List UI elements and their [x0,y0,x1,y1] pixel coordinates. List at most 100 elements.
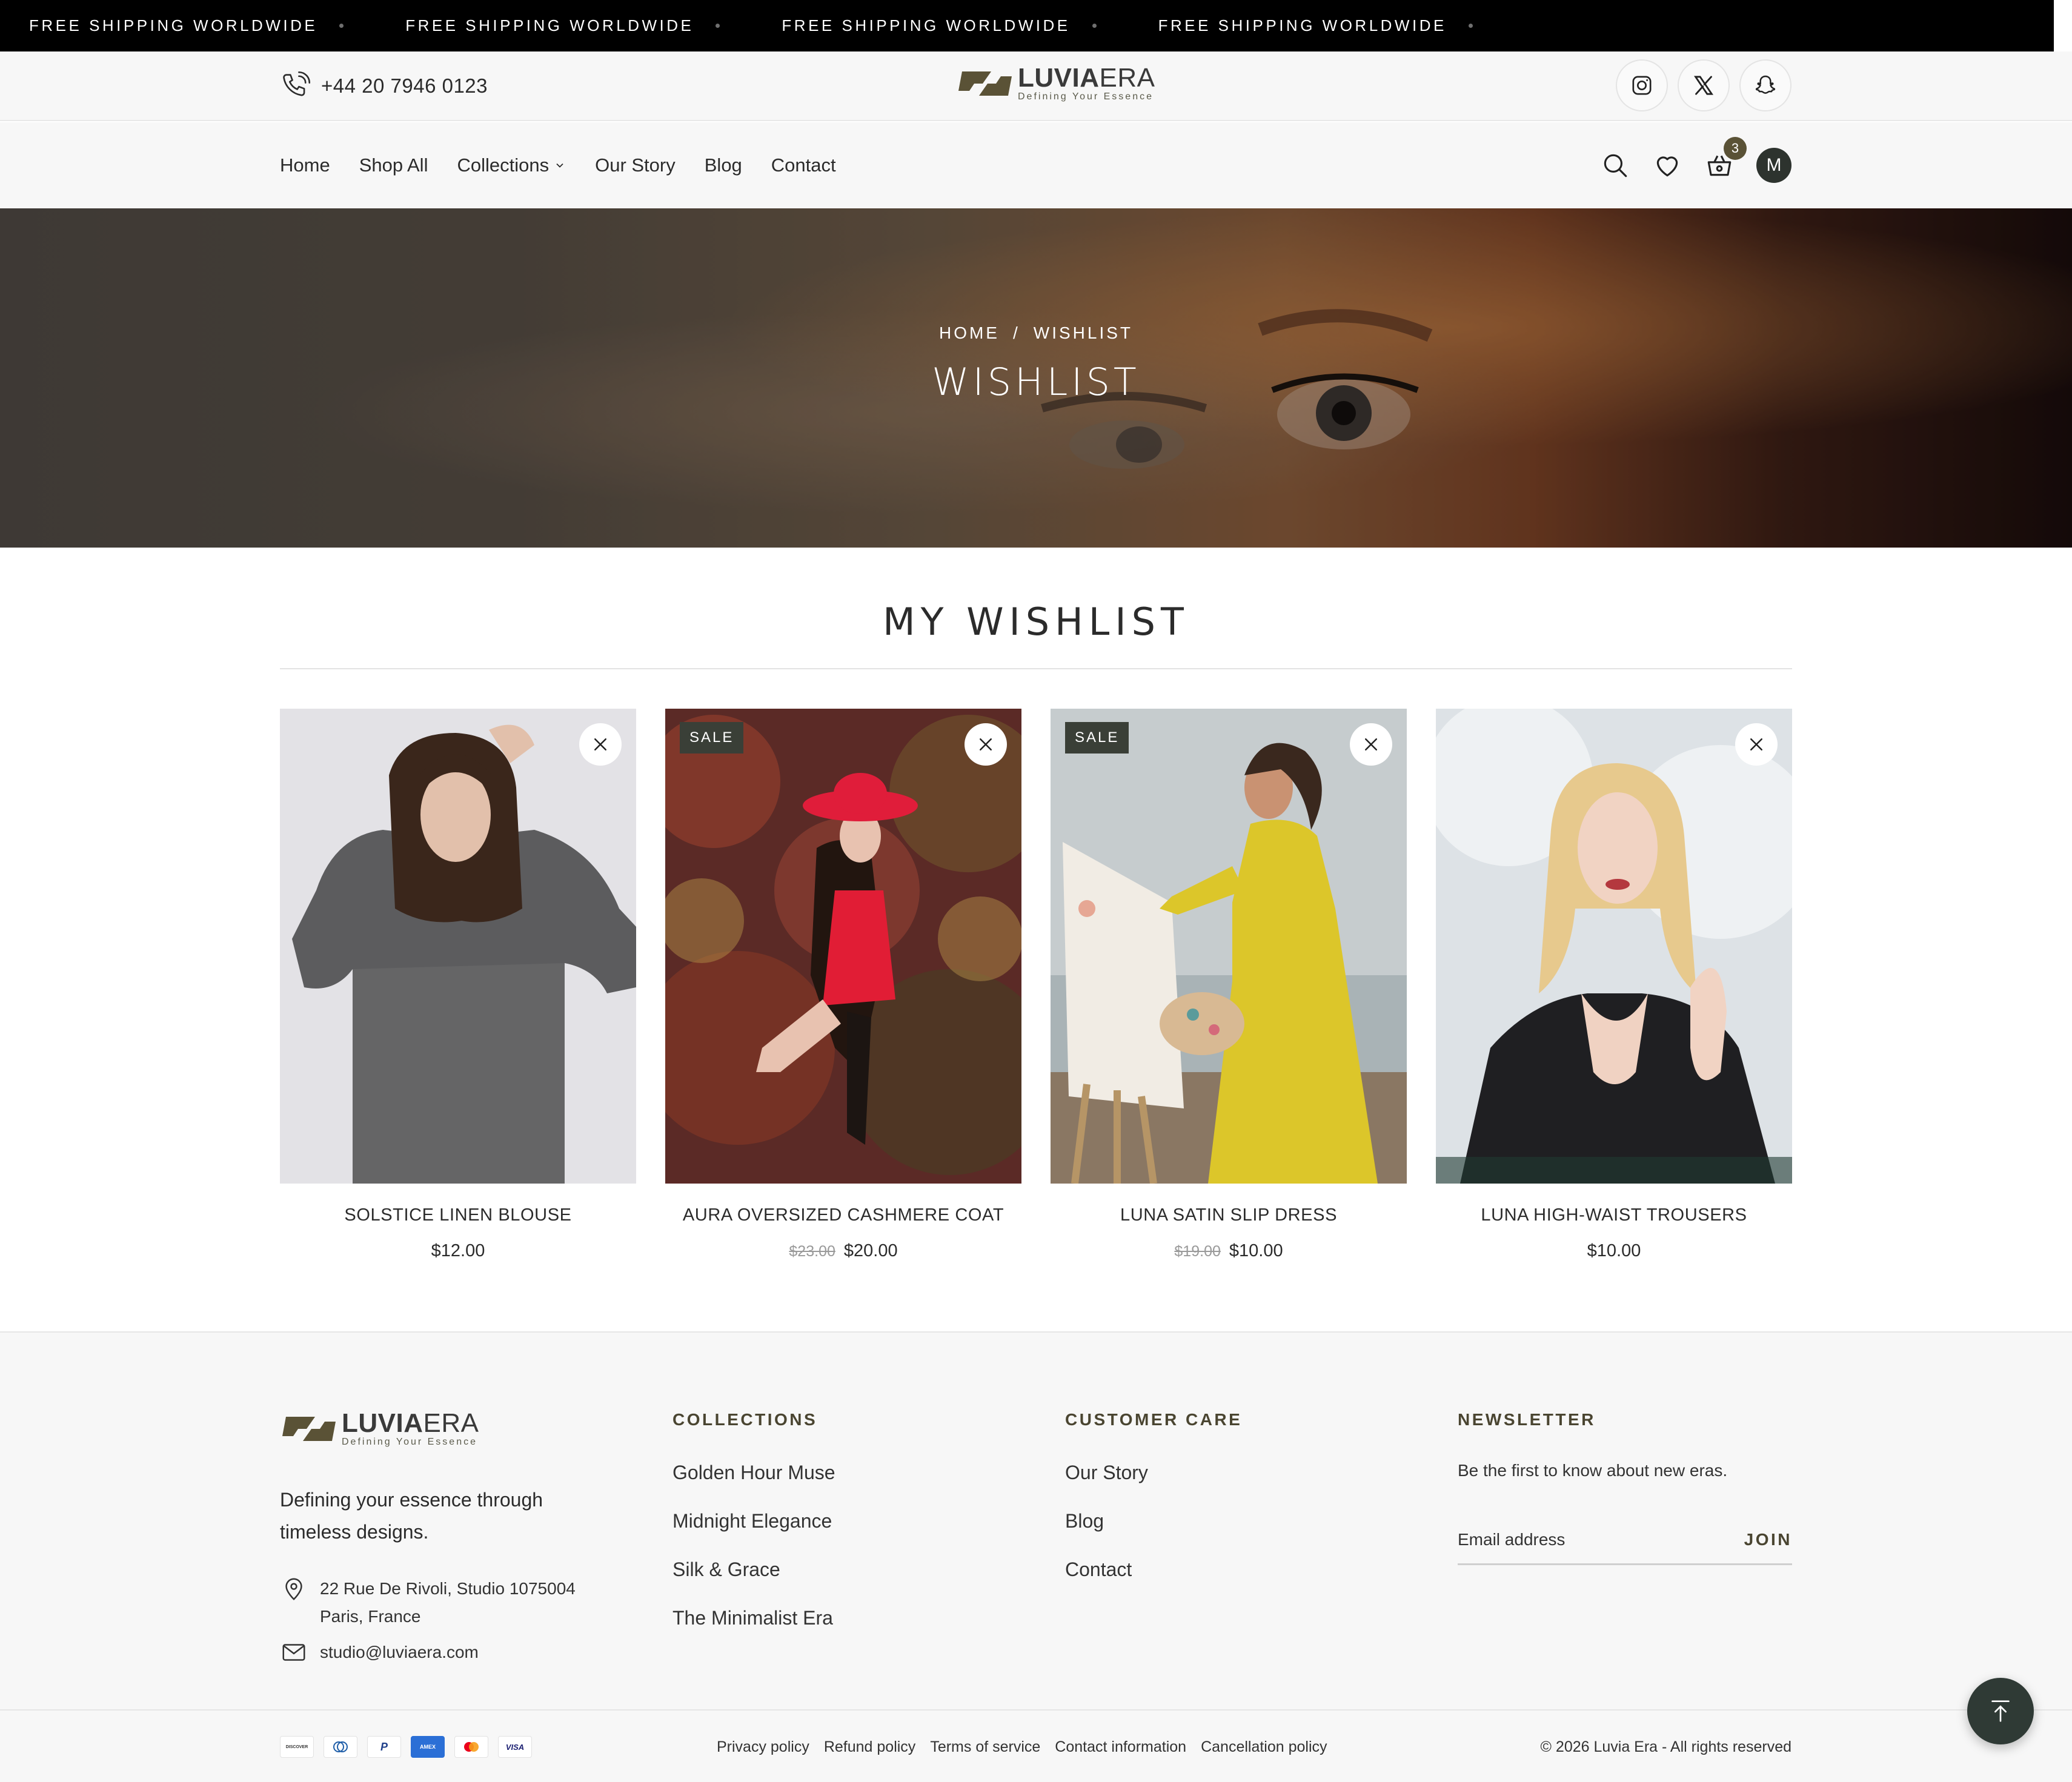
footer-link[interactable]: Blog [1065,1509,1242,1532]
diners-club-icon [324,1736,357,1758]
page-title: WISHLIST [932,360,1140,404]
product-card: SALE LUNA SATIN SLIP DRESS $19.00 $10.00 [1051,709,1407,1261]
footer-link[interactable]: Silk & Grace [672,1558,835,1581]
remove-from-wishlist-button[interactable] [579,723,622,766]
logo-mark-icon [958,71,1012,96]
nav-collections[interactable]: Collections [457,154,566,176]
x-twitter-button[interactable] [1678,59,1730,111]
header-actions: 3 M [1600,122,1791,208]
terms-of-service-link[interactable]: Terms of service [930,1736,1040,1758]
search-button[interactable] [1600,150,1630,181]
separator-dot [339,24,344,28]
breadcrumb: HOME / WISHLIST [0,323,2072,343]
product-card: LUNA HIGH-WAIST TROUSERS $10.00 [1436,709,1792,1261]
product-price: $10.00 [1436,1241,1792,1261]
footer-link[interactable]: The Minimalist Era [672,1606,835,1629]
sale-badge: SALE [680,722,744,754]
privacy-policy-link[interactable]: Privacy policy [717,1736,809,1758]
visa-icon: VISA [498,1736,532,1758]
cart-count-badge: 3 [1724,137,1747,160]
instagram-button[interactable] [1616,59,1668,111]
nav-shop-all[interactable]: Shop All [359,154,428,176]
product-card: SALE AURA OVERSIZED CASHMERE COAT $23.00… [665,709,1021,1261]
divider [280,668,1792,669]
cancellation-policy-link[interactable]: Cancellation policy [1201,1736,1327,1758]
product-image-link[interactable] [280,709,636,1184]
product-image-link[interactable] [1436,709,1792,1184]
product-name[interactable]: SOLSTICE LINEN BLOUSE [280,1205,636,1225]
footer-link[interactable]: Midnight Elegance [672,1509,835,1532]
product-image [280,709,636,1184]
email-text: studio@luviaera.com [320,1643,479,1661]
announcement-bar: FREE SHIPPING WORLDWIDE FREE SHIPPING WO… [0,0,2054,51]
product-price: $23.00 $20.00 [665,1241,1021,1261]
phone-number: +44 20 7946 0123 [321,75,488,97]
footer-logo[interactable]: LUVIAERA Defining Your Essence [280,1410,479,1448]
arrow-up-icon [1991,1700,2010,1722]
nav-links: Home Shop All Collections Our Story Blog… [280,122,865,208]
newsletter-email-input[interactable] [1458,1530,1700,1549]
logo-tagline: Defining Your Essence [1018,91,1154,102]
separator-dot [1092,24,1097,28]
newsletter-form: JOIN [1458,1530,1792,1565]
product-image [1051,709,1407,1184]
close-icon [1750,738,1762,750]
footer-collections-title: COLLECTIONS [672,1410,818,1429]
mail-icon [282,1644,305,1661]
instagram-icon [1632,76,1652,95]
copyright: © 2026 Luvia Era - All rights reserved [1540,1738,1791,1755]
logo-tagline: Defining Your Essence [342,1437,477,1447]
product-name[interactable]: LUNA SATIN SLIP DRESS [1051,1205,1407,1225]
site-footer: LUVIAERA Defining Your Essence Defining … [0,1331,2072,1709]
remove-from-wishlist-button[interactable] [1350,723,1392,766]
nav-home[interactable]: Home [280,154,330,176]
close-icon [1365,738,1377,750]
newsletter-title: NEWSLETTER [1458,1410,1596,1429]
remove-from-wishlist-button[interactable] [1735,723,1778,766]
remove-from-wishlist-button[interactable] [965,723,1007,766]
footer-link[interactable]: Our Story [1065,1461,1242,1484]
map-pin-icon [285,1578,302,1600]
back-to-top-button[interactable] [1967,1678,2034,1744]
newsletter-join-button[interactable]: JOIN [1744,1530,1792,1549]
wishlist-heading: MY WISHLIST [883,600,1189,644]
footer-address: 22 Rue De Rivoli, Studio 1075004 Paris, … [280,1575,611,1631]
separator-dot [716,24,720,28]
product-price: $19.00 $10.00 [1051,1241,1407,1261]
nav-contact[interactable]: Contact [771,154,836,176]
site-logo[interactable]: LUVIAERA Defining Your Essence [956,65,1155,102]
close-icon [594,738,606,750]
account-avatar[interactable]: M [1756,148,1791,183]
product-name[interactable]: LUNA HIGH-WAIST TROUSERS [1436,1205,1792,1225]
product-image [1436,709,1792,1184]
separator-dot [1468,24,1473,28]
refund-policy-link[interactable]: Refund policy [824,1736,915,1758]
current-price: $10.00 [1229,1241,1283,1260]
contact-information-link[interactable]: Contact information [1055,1736,1186,1758]
top-header: +44 20 7946 0123 LUVIAERA Defining Your … [0,51,2072,121]
newsletter-description: Be the first to know about new eras. [1458,1461,1728,1480]
address-text: 22 Rue De Rivoli, Studio 1075004 Paris, … [320,1579,576,1626]
nav-blog[interactable]: Blog [705,154,742,176]
main-navigation: Home Shop All Collections Our Story Blog… [0,122,2072,208]
wishlist-button[interactable] [1652,150,1682,181]
original-price: $23.00 [789,1243,835,1260]
product-name[interactable]: AURA OVERSIZED CASHMERE COAT [665,1205,1021,1225]
current-price: $12.00 [431,1241,485,1260]
nav-our-story[interactable]: Our Story [595,154,676,176]
phone-link[interactable]: +44 20 7946 0123 [280,68,488,104]
product-price: $12.00 [280,1241,636,1261]
snapchat-button[interactable] [1739,59,1791,111]
footer-link[interactable]: Contact [1065,1558,1242,1581]
breadcrumb-home[interactable]: HOME [939,323,1000,342]
product-image-link[interactable]: SALE [1051,709,1407,1184]
footer-link[interactable]: Golden Hour Muse [672,1461,835,1484]
snapchat-icon [1755,75,1776,94]
chevron-down-icon [556,163,563,168]
search-icon [1604,154,1627,177]
product-image-link[interactable]: SALE [665,709,1021,1184]
cart-button[interactable]: 3 [1704,137,1747,181]
footer-email[interactable]: studio@luviaera.com [280,1638,479,1666]
current-price: $10.00 [1587,1241,1641,1260]
announcement-item: FREE SHIPPING WORLDWIDE [782,16,1158,35]
